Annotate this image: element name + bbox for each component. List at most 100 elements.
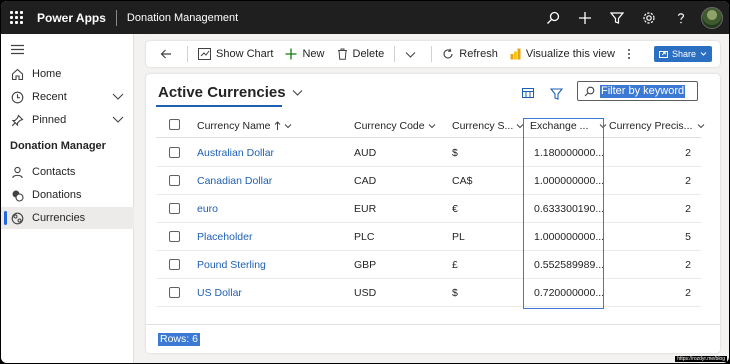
sidebar: Home Recent Pinned Donation Manager Cont… [1, 34, 134, 363]
visualize-label: Visualize this view [525, 48, 615, 60]
filter-icon [549, 88, 563, 100]
back-button[interactable] [154, 41, 183, 67]
currency-name-link[interactable]: Placeholder [197, 231, 252, 243]
person-icon [10, 165, 24, 179]
row-checkbox[interactable] [169, 203, 180, 214]
new-button[interactable]: New [279, 41, 330, 67]
column-header-currency-precision[interactable]: Currency Precis... [609, 120, 705, 132]
share-button[interactable]: Share [654, 46, 712, 62]
currency-symbol: $ [452, 147, 458, 159]
refresh-button[interactable]: Refresh [436, 41, 504, 67]
currency-precision: 2 [685, 203, 691, 215]
table-row[interactable]: euro EUR € 0.633300190... 2 [156, 195, 701, 223]
view-title-underline [156, 105, 282, 107]
currency-precision: 5 [685, 231, 691, 243]
currency-name-link[interactable]: US Dollar [197, 287, 242, 299]
show-chart-button[interactable]: Show Chart [192, 41, 279, 67]
view-title: Active Currencies [158, 84, 286, 101]
divider [394, 46, 396, 62]
table-row[interactable]: US Dollar USD $ 0.720000000... 2 [156, 279, 701, 307]
currency-name-link[interactable]: euro [197, 203, 218, 215]
table-row[interactable]: Australian Dollar AUD $ 1.180000000... 2 [156, 139, 701, 167]
edit-columns-button[interactable] [519, 85, 537, 103]
more-commands-dropdown[interactable] [399, 41, 427, 67]
chevron-down-icon [292, 90, 302, 96]
table-row[interactable]: Pound Sterling GBP £ 0.552589989... 2 [156, 251, 701, 279]
row-checkbox[interactable] [169, 287, 180, 298]
currency-name-link[interactable]: Canadian Dollar [197, 175, 272, 187]
edit-filters-button[interactable] [547, 85, 565, 103]
currency-precision: 2 [685, 259, 691, 271]
sidebar-item-recent[interactable]: Recent [1, 86, 134, 108]
view-selector[interactable]: Active Currencies [158, 84, 303, 101]
select-all-checkbox[interactable] [169, 119, 180, 130]
hamburger-menu-button[interactable] [1, 38, 134, 60]
show-chart-label: Show Chart [216, 48, 274, 60]
currency-code: CAD [354, 175, 377, 187]
watermark: https://rozdyr.me/blog [675, 356, 727, 362]
avatar[interactable] [701, 6, 723, 29]
power-bi-icon [510, 48, 521, 60]
exchange-rate: 1.180000000... [534, 147, 605, 159]
column-header-currency-code[interactable]: Currency Code [354, 120, 436, 132]
share-icon [658, 51, 668, 58]
chevron-down-icon[interactable] [112, 113, 124, 128]
row-count: Rows: 6 [158, 333, 200, 346]
sidebar-item-contacts[interactable]: Contacts [1, 161, 134, 183]
delete-label: Delete [352, 48, 385, 60]
column-header-currency-name[interactable]: Currency Name [197, 120, 292, 132]
gear-icon[interactable] [633, 1, 665, 34]
column-header-currency-symbol[interactable]: Currency S... [452, 120, 524, 132]
sidebar-item-label: Pinned [32, 114, 67, 126]
currency-name-link[interactable]: Australian Dollar [197, 147, 274, 159]
share-label: Share [671, 49, 697, 59]
currency-precision: 2 [685, 287, 691, 299]
currency-code: PLC [354, 231, 375, 243]
divider [431, 46, 433, 62]
chevron-down-icon [700, 52, 707, 56]
currency-name-link[interactable]: Pound Sterling [197, 259, 266, 271]
grid-panel: Active Currencies Filter by keyword Curr… [146, 74, 720, 353]
chevron-down-icon[interactable] [112, 90, 124, 105]
sidebar-item-donations[interactable]: Donations [1, 184, 134, 206]
currency-symbol: CA$ [452, 175, 473, 187]
sidebar-item-pinned[interactable]: Pinned [1, 109, 134, 131]
visualize-button[interactable]: Visualize this view [504, 41, 621, 67]
row-checkbox[interactable] [169, 175, 180, 186]
filter-icon[interactable] [601, 1, 633, 34]
divider [115, 9, 117, 26]
currency-code: EUR [354, 203, 377, 215]
delete-button[interactable]: Delete [331, 41, 391, 67]
sidebar-item-label: Home [32, 68, 62, 80]
pin-icon [10, 113, 24, 127]
top-bar: Power Apps Donation Management [1, 1, 729, 34]
sidebar-item-label: Contacts [32, 166, 76, 178]
new-label: New [302, 48, 325, 60]
row-checkbox[interactable] [169, 259, 180, 270]
table-row[interactable]: Canadian Dollar CAD CA$ 1.000000000... 2 [156, 167, 701, 195]
row-checkbox[interactable] [169, 231, 180, 242]
app-name[interactable]: Power Apps [37, 11, 106, 25]
currency-code: USD [354, 287, 377, 299]
arrow-left-icon [160, 49, 171, 59]
plus-icon[interactable] [569, 1, 601, 34]
money-icon [10, 188, 24, 202]
currency-precision: 2 [685, 175, 691, 187]
help-icon[interactable] [665, 1, 697, 34]
table-row[interactable]: Placeholder PLC PL 1.000000000... 5 [156, 223, 701, 251]
filter-by-keyword-input[interactable]: Filter by keyword [577, 81, 698, 101]
chevron-down-icon [405, 51, 416, 58]
app-title[interactable]: Donation Management [127, 12, 238, 24]
overflow-menu-button[interactable] [621, 41, 642, 67]
sidebar-item-currencies[interactable]: Currencies [1, 207, 134, 229]
sidebar-item-home[interactable]: Home [1, 63, 134, 85]
app-launcher-button[interactable] [1, 1, 31, 34]
grid-header: Currency Name Currency Code Currency S..… [156, 114, 705, 138]
row-checkbox[interactable] [169, 147, 180, 158]
sidebar-item-label: Donations [32, 189, 82, 201]
exchange-rate: 1.000000000... [534, 175, 605, 187]
currency-icon [10, 211, 24, 225]
search-icon[interactable] [537, 1, 569, 34]
column-header-exchange-rate[interactable]: Exchange ... [530, 120, 607, 132]
grid-footer: Rows: 6 [146, 324, 720, 353]
